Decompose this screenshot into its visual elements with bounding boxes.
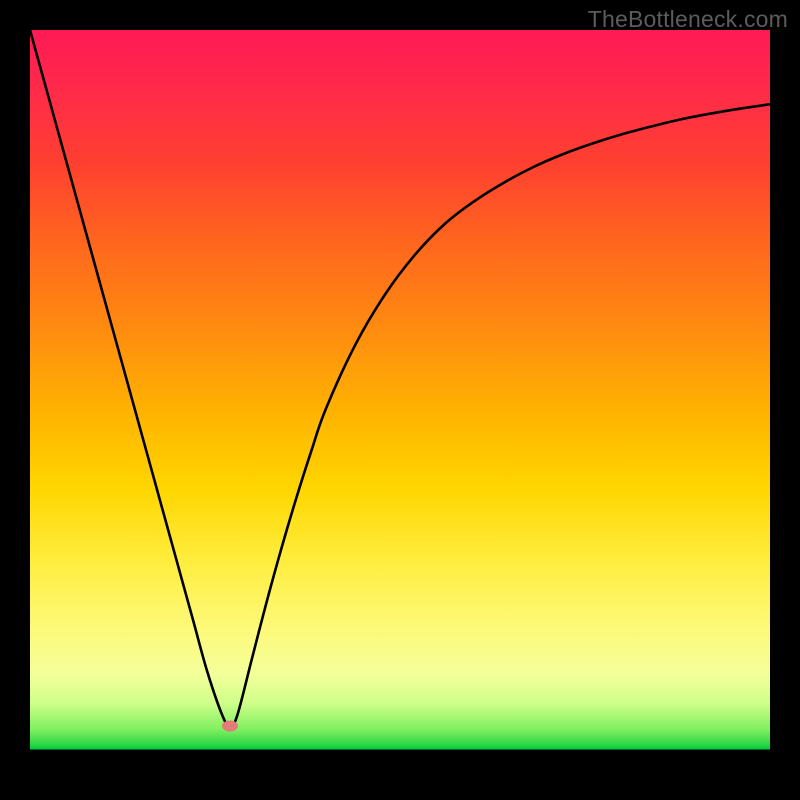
watermark-text: TheBottleneck.com (588, 6, 788, 33)
optimum-marker (222, 721, 238, 732)
bottleneck-curve (30, 30, 770, 770)
